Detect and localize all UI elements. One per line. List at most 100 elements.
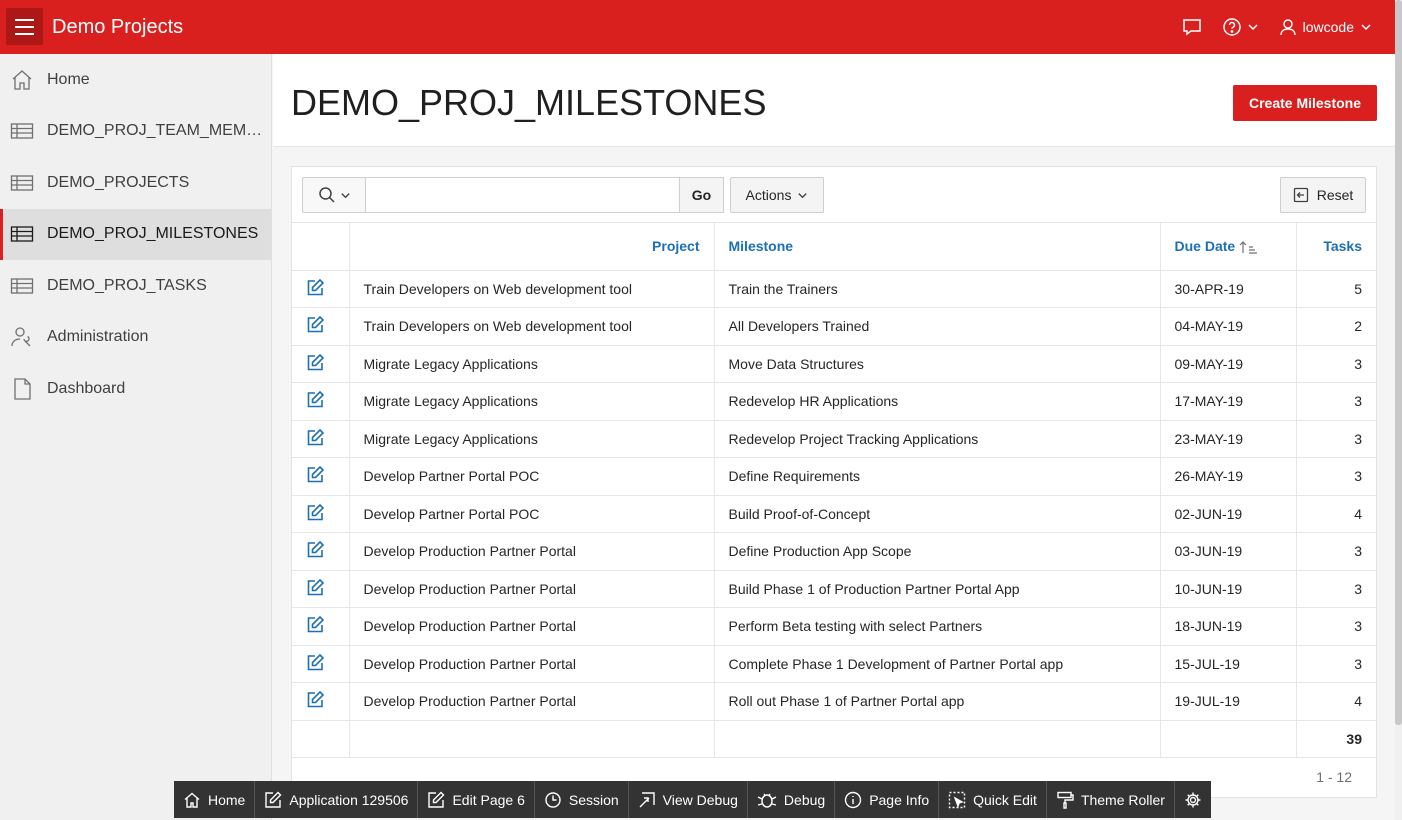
devbar-debug[interactable]: Debug [748, 781, 836, 818]
user-menu-button[interactable]: lowcode [1269, 0, 1402, 54]
sidebar-item-team-members[interactable]: DEMO_PROJ_TEAM_MEMBE... [0, 106, 271, 158]
edit-icon [265, 791, 282, 808]
devbar-home[interactable]: Home [174, 781, 256, 818]
column-header-tasks[interactable]: Tasks [1296, 223, 1376, 271]
project-cell: Develop Production Partner Portal [349, 570, 715, 608]
edit-cell [292, 532, 350, 571]
tasks-cell: 3 [1296, 570, 1376, 608]
hamburger-icon[interactable] [6, 8, 43, 45]
milestone-cell: Move Data Structures [714, 345, 1161, 383]
sidebar-item-home[interactable]: Home [0, 54, 271, 106]
reset-button[interactable]: Reset [1280, 177, 1366, 213]
due-date-cell: 30-APR-19 [1160, 270, 1297, 308]
project-cell: Develop Production Partner Portal [349, 682, 715, 721]
sidebar-item-tasks[interactable]: DEMO_PROJ_TASKS [0, 260, 271, 312]
edit-icon [428, 791, 445, 808]
column-header-milestone[interactable]: Milestone [714, 223, 1161, 271]
table-row: Train Developers on Web development tool… [292, 307, 1376, 346]
devbar-theme-roller[interactable]: Theme Roller [1047, 781, 1175, 818]
edit-icon[interactable] [306, 503, 324, 521]
page-title: DEMO_PROJ_MILESTONES [291, 82, 767, 123]
search-input[interactable] [365, 177, 680, 213]
edit-cell [292, 495, 350, 533]
document-icon [10, 377, 34, 401]
app-title[interactable]: Demo Projects [52, 16, 183, 39]
total-cell-empty [1160, 720, 1297, 758]
edit-cell [292, 645, 350, 683]
sidebar-item-label: DEMO_PROJECTS [47, 173, 190, 191]
edit-icon[interactable] [306, 316, 324, 333]
devbar-session[interactable]: Session [535, 781, 629, 818]
sidebar-item-label: Dashboard [47, 379, 126, 397]
project-cell: Migrate Legacy Applications [349, 345, 715, 383]
edit-icon[interactable] [306, 278, 324, 296]
chevron-down-icon [1361, 24, 1371, 31]
due-date-cell: 23-MAY-19 [1160, 420, 1297, 458]
quick-edit-icon [948, 791, 966, 808]
sidebar-item-dashboard[interactable]: Dashboard [0, 363, 271, 415]
edit-icon[interactable] [306, 616, 324, 633]
search-icon [319, 187, 335, 203]
table-icon [10, 119, 34, 143]
edit-cell [292, 270, 350, 308]
scrollbar-thumb[interactable] [1395, 0, 1402, 725]
devbar-page-info[interactable]: Page Info [835, 781, 940, 818]
devbar-quick-edit[interactable]: Quick Edit [939, 781, 1047, 818]
edit-cell [292, 607, 350, 646]
edit-icon[interactable] [306, 541, 324, 558]
devbar-label: Theme Roller [1080, 791, 1165, 808]
edit-cell [292, 420, 350, 458]
table-row: Develop Production Partner Portal Build P… [292, 570, 1376, 608]
header-nav: lowcode [1172, 0, 1402, 54]
total-cell-empty [714, 720, 1161, 758]
devbar-application[interactable]: Application 129506 [255, 781, 419, 818]
user-icon [1279, 19, 1296, 36]
sidebar-item-administration[interactable]: Administration [0, 312, 271, 364]
sidebar-item-projects[interactable]: DEMO_PROJECTS [0, 157, 271, 209]
column-header-project[interactable]: Project [349, 223, 715, 271]
search-column-selector[interactable] [302, 177, 366, 213]
devbar-view-debug[interactable]: View Debug [629, 781, 748, 818]
feedback-button[interactable] [1172, 0, 1212, 54]
edit-icon[interactable] [306, 391, 324, 408]
edit-icon[interactable] [306, 653, 324, 671]
actions-menu-button[interactable]: Actions [730, 177, 824, 213]
help-button[interactable] [1212, 0, 1269, 54]
tasks-total: 39 [1296, 720, 1376, 758]
milestone-cell: Build Phase 1 of Production Partner Port… [714, 570, 1161, 608]
devbar-settings[interactable] [1175, 781, 1211, 818]
column-header-due-date[interactable]: Due Date [1160, 223, 1297, 271]
table-row: Develop Production Partner Portal Perform… [292, 607, 1376, 646]
table-row: Migrate Legacy Applications Redevelop HR … [292, 382, 1376, 421]
home-icon [10, 68, 34, 92]
sidebar-item-milestones[interactable]: DEMO_PROJ_MILESTONES [0, 208, 271, 260]
edit-icon[interactable] [306, 691, 324, 708]
page-scrollbar[interactable] [1395, 0, 1402, 820]
edit-icon[interactable] [306, 353, 324, 371]
edit-cell [292, 457, 350, 496]
table-row: Develop Production Partner Portal Roll ou… [292, 682, 1376, 721]
devbar-edit-page[interactable]: Edit Page 6 [418, 781, 535, 818]
edit-icon[interactable] [306, 428, 324, 446]
edit-icon[interactable] [306, 578, 324, 596]
devbar-label: Session [568, 791, 619, 808]
home-icon [184, 792, 200, 808]
sidebar-nav: Home DEMO_PROJ_TEAM_MEMBE... DEMO_PROJEC… [0, 54, 272, 820]
sidebar-item-label: Administration [47, 328, 149, 346]
project-cell: Migrate Legacy Applications [349, 382, 715, 421]
tasks-cell: 5 [1296, 270, 1376, 308]
due-date-cell: 09-MAY-19 [1160, 345, 1297, 383]
edit-cell [292, 682, 350, 721]
table-row: Develop Production Partner Portal Define … [292, 532, 1376, 571]
tasks-cell: 4 [1296, 682, 1376, 721]
gear-icon [1185, 792, 1201, 807]
reset-label: Reset [1316, 187, 1354, 203]
due-date-cell: 19-JUL-19 [1160, 682, 1297, 721]
table-icon [10, 274, 34, 298]
column-header-edit [292, 223, 350, 271]
go-button[interactable]: Go [679, 177, 724, 213]
create-milestone-button[interactable]: Create Milestone [1233, 85, 1377, 121]
user-wrench-icon [10, 325, 34, 349]
edit-icon[interactable] [306, 466, 324, 483]
tasks-cell: 2 [1296, 307, 1376, 346]
